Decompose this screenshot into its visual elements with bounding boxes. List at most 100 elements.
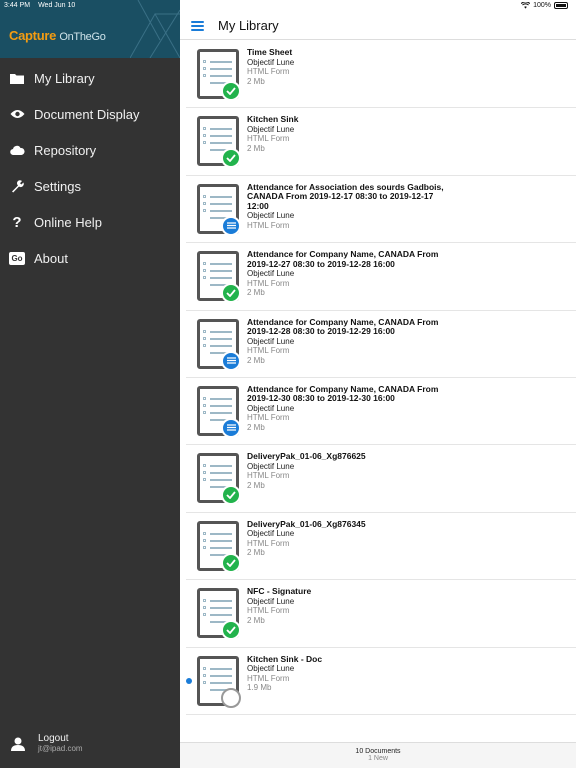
status-bar: 3:44 PM Wed Jun 10 100% bbox=[0, 0, 576, 12]
document-company: Objectif Lune bbox=[247, 664, 295, 674]
document-name: Kitchen Sink bbox=[247, 114, 299, 125]
document-info: Attendance for Company Name, CANADA From… bbox=[247, 383, 447, 433]
document-company: Objectif Lune bbox=[247, 124, 295, 134]
document-info: NFC - Signature Objectif Lune HTML Form 2 M… bbox=[247, 587, 447, 625]
document-info: Kitchen Sink Objectif Lune HTML Form 2 Mb bbox=[247, 115, 447, 153]
document-name: DeliveryPak_01-06_Xg876625 bbox=[247, 451, 366, 462]
footer-bar: 10 Documents 1 New bbox=[180, 742, 576, 768]
pending-list-icon bbox=[221, 350, 241, 371]
sidebar-item-repository[interactable]: Repository bbox=[0, 132, 180, 168]
app-logo: Capture OnTheGo bbox=[9, 28, 106, 43]
sidebar-item-label: About bbox=[34, 250, 68, 266]
document-size: 2 Mb bbox=[247, 355, 265, 365]
check-icon bbox=[221, 552, 241, 573]
document-name: Attendance for Company Name, CANADA From… bbox=[247, 383, 439, 404]
new-count: 1 New bbox=[368, 755, 388, 762]
document-type: HTML Form bbox=[247, 346, 290, 356]
document-row[interactable]: Kitchen Sink - Doc Objectif Lune HTML Form… bbox=[186, 648, 576, 715]
document-company: Objectif Lune bbox=[247, 57, 295, 67]
status-date: Wed Jun 10 bbox=[38, 2, 76, 9]
document-type: HTML Form bbox=[247, 471, 290, 481]
sidebar-item-label: Repository bbox=[34, 142, 97, 158]
document-size: 2 Mb bbox=[247, 615, 265, 625]
question-icon: ? bbox=[12, 213, 22, 231]
sidebar-item-document-display[interactable]: Document Display bbox=[0, 96, 180, 132]
document-name: Attendance for Company Name, CANADA From… bbox=[247, 316, 439, 337]
check-icon bbox=[221, 81, 241, 101]
document-row[interactable]: Attendance for Company Name, CANADA From… bbox=[186, 378, 576, 446]
document-size: 1.9 Mb bbox=[247, 683, 272, 693]
menu-icon[interactable] bbox=[191, 20, 204, 31]
document-row[interactable]: DeliveryPak_01-06_Xg876345 Objectif Lune H… bbox=[186, 513, 576, 581]
document-company: Objectif Lune bbox=[247, 336, 295, 346]
document-company: Objectif Lune bbox=[247, 596, 295, 606]
document-row[interactable]: NFC - Signature Objectif Lune HTML Form 2 M… bbox=[186, 580, 576, 648]
document-info: DeliveryPak_01-06_Xg876625 Objectif Lune H… bbox=[247, 452, 447, 490]
battery-percent: 100% bbox=[533, 2, 551, 9]
eye-icon bbox=[0, 109, 34, 119]
cloud-icon bbox=[0, 145, 34, 155]
document-type: HTML Form bbox=[247, 278, 290, 288]
sidebar-item-my-library[interactable]: My Library bbox=[0, 60, 180, 96]
sidebar-item-label: My Library bbox=[34, 70, 95, 86]
document-type: HTML Form bbox=[247, 220, 290, 230]
document-row[interactable]: Kitchen Sink Objectif Lune HTML Form 2 Mb bbox=[186, 108, 576, 176]
document-row[interactable]: Attendance for Association des sourds Ga… bbox=[186, 176, 576, 244]
document-size: 2 Mb bbox=[247, 76, 265, 86]
document-size: 2 Mb bbox=[247, 422, 265, 432]
document-company: Objectif Lune bbox=[247, 269, 295, 279]
document-type: HTML Form bbox=[247, 413, 290, 423]
go-icon: Go bbox=[9, 251, 25, 265]
document-info: DeliveryPak_01-06_Xg876345 Objectif Lune H… bbox=[247, 519, 447, 558]
document-name: Time Sheet bbox=[247, 47, 293, 57]
document-info: Time Sheet Objectif Lune HTML Form 2 Mb bbox=[247, 47, 447, 86]
document-size: 2 Mb bbox=[247, 480, 265, 490]
sidebar-item-settings[interactable]: Settings bbox=[0, 168, 180, 204]
document-type: HTML Form bbox=[247, 538, 290, 548]
sidebar-nav: My Library Document Display Repository S… bbox=[0, 60, 180, 276]
sidebar: Capture OnTheGo My Library Document Disp… bbox=[0, 0, 180, 768]
wrench-icon bbox=[0, 179, 34, 193]
check-icon bbox=[221, 620, 241, 641]
wifi-icon bbox=[521, 2, 531, 9]
sidebar-item-label: Settings bbox=[34, 178, 81, 194]
document-count: 10 Documents bbox=[355, 748, 401, 755]
document-type: HTML Form bbox=[247, 673, 290, 683]
document-type: HTML Form bbox=[247, 606, 290, 616]
page-title: My Library bbox=[218, 18, 279, 33]
main-panel: My Library Time Sheet Objectif Lune HTML F… bbox=[180, 0, 576, 768]
document-name: Attendance for Association des sourds Ga… bbox=[247, 181, 444, 211]
document-info: Attendance for Company Name, CANADA From… bbox=[247, 316, 447, 366]
top-bar: My Library bbox=[180, 12, 576, 40]
sidebar-item-online-help[interactable]: ? Online Help bbox=[0, 204, 180, 240]
document-size: 2 Mb bbox=[247, 143, 265, 153]
sidebar-item-label: Document Display bbox=[34, 106, 140, 122]
document-name: Attendance for Company Name, CANADA From… bbox=[247, 249, 439, 269]
document-size: 2 Mb bbox=[247, 288, 265, 298]
document-name: NFC - Signature bbox=[247, 586, 312, 597]
document-row[interactable]: Attendance for Company Name, CANADA From… bbox=[186, 311, 576, 378]
document-row[interactable]: DeliveryPak_01-06_Xg876625 Objectif Lune H… bbox=[186, 445, 576, 513]
document-info: Attendance for Association des sourds Ga… bbox=[247, 181, 447, 231]
sidebar-item-label: Online Help bbox=[34, 214, 102, 230]
pending-list-icon bbox=[221, 417, 241, 438]
document-company: Objectif Lune bbox=[247, 211, 295, 221]
folder-icon bbox=[0, 73, 34, 84]
document-type: HTML Form bbox=[247, 134, 290, 144]
logout-label: Logout bbox=[38, 733, 69, 744]
user-email: jt@ipad.com bbox=[38, 744, 83, 753]
document-list: Time Sheet Objectif Lune HTML Form 2 Mb Kitc… bbox=[180, 41, 576, 715]
document-info: Kitchen Sink - Doc Objectif Lune HTML Form… bbox=[247, 654, 447, 693]
empty-status-icon bbox=[221, 687, 241, 708]
document-size: 2 Mb bbox=[247, 548, 265, 558]
document-company: Objectif Lune bbox=[247, 403, 295, 413]
logout-button[interactable]: Logout jt@ipad.com bbox=[10, 734, 83, 754]
document-row[interactable]: Time Sheet Objectif Lune HTML Form 2 Mb bbox=[186, 41, 576, 109]
document-company: Objectif Lune bbox=[247, 461, 295, 471]
battery-icon bbox=[554, 2, 568, 9]
user-icon bbox=[11, 737, 25, 751]
document-row[interactable]: Attendance for Company Name, CANADA From… bbox=[186, 243, 576, 311]
document-type: HTML Form bbox=[247, 67, 290, 76]
check-icon bbox=[221, 485, 241, 506]
sidebar-item-about[interactable]: Go About bbox=[0, 240, 180, 276]
